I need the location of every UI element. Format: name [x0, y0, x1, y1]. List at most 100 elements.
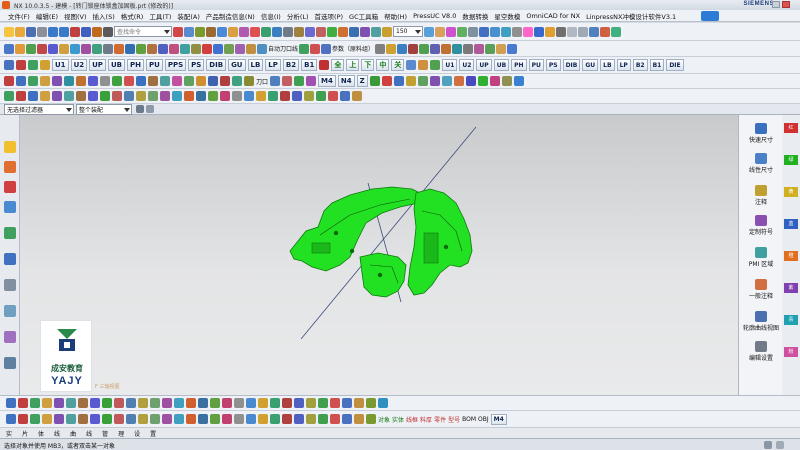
- save-icon[interactable]: [26, 26, 36, 37]
- edit-aj-icon[interactable]: [489, 76, 500, 86]
- fit-view-icon[interactable]: [479, 26, 489, 37]
- part-body-center[interactable]: [359, 252, 407, 298]
- bottom-b-icon[interactable]: [18, 398, 28, 408]
- misc-c-icon[interactable]: [28, 91, 38, 101]
- part-hole[interactable]: [443, 244, 449, 250]
- die-punch-icon[interactable]: [70, 43, 80, 54]
- btn-b1-b[interactable]: B1: [649, 59, 665, 71]
- sew-icon[interactable]: [360, 26, 370, 37]
- select-z-icon[interactable]: [306, 414, 316, 424]
- menu-star-model[interactable]: 星空数模: [494, 11, 520, 21]
- misc-e-icon[interactable]: [52, 91, 62, 101]
- edit-i-icon[interactable]: [100, 76, 110, 86]
- btn-ub-b[interactable]: UB: [493, 59, 510, 71]
- misc-a-icon[interactable]: [4, 91, 14, 101]
- die-drawing-icon[interactable]: [397, 43, 408, 54]
- die-color-icon[interactable]: [310, 43, 321, 54]
- edit-j-icon[interactable]: [112, 76, 122, 86]
- edit-c-icon[interactable]: [28, 76, 38, 86]
- edit-p-icon[interactable]: [184, 76, 194, 86]
- misc-ab-icon[interactable]: [328, 91, 338, 101]
- menu-omnicad[interactable]: OmniCAD for NX: [526, 12, 580, 20]
- select-r-icon[interactable]: [210, 414, 220, 424]
- die-library-icon[interactable]: [474, 43, 485, 54]
- part-hole[interactable]: [377, 272, 383, 278]
- color-swatch-pink[interactable]: 粉: [784, 347, 798, 357]
- die-import-icon[interactable]: [452, 43, 463, 54]
- die-pierce-icon[interactable]: [213, 43, 223, 54]
- select-ad-icon[interactable]: [354, 414, 364, 424]
- btn-ph[interactable]: PH: [126, 59, 144, 71]
- misc-t-icon[interactable]: [232, 91, 242, 101]
- select-s-icon[interactable]: [222, 414, 232, 424]
- bottom3-label-7[interactable]: 理: [118, 429, 124, 438]
- pan-icon[interactable]: [512, 26, 522, 37]
- chamfer-icon[interactable]: [206, 26, 216, 37]
- die-form-icon[interactable]: [191, 43, 201, 54]
- boss-icon[interactable]: [294, 26, 304, 37]
- revolve-icon[interactable]: [272, 26, 282, 37]
- type-filter-select[interactable]: 无选择过滤器: [4, 104, 74, 115]
- select-m-icon[interactable]: [150, 414, 160, 424]
- pocket-icon[interactable]: [305, 26, 315, 37]
- select-ab-icon[interactable]: [330, 414, 340, 424]
- btn-m4-bottom[interactable]: M4: [490, 413, 507, 425]
- misc-q-icon[interactable]: [196, 91, 206, 101]
- btn-ph-b[interactable]: PH: [511, 59, 527, 71]
- move-layer-icon[interactable]: [435, 26, 445, 37]
- die-plate-icon[interactable]: [81, 43, 91, 54]
- misc-ad-icon[interactable]: [352, 91, 362, 101]
- cylinder-icon[interactable]: [228, 26, 238, 37]
- bottom-l-icon[interactable]: [138, 398, 148, 408]
- select-y-icon[interactable]: [294, 414, 304, 424]
- extrude-icon[interactable]: [261, 26, 271, 37]
- part-body-right[interactable]: [407, 188, 473, 296]
- bottom-aa-icon[interactable]: [318, 398, 328, 408]
- edit-ag-icon[interactable]: [453, 76, 464, 86]
- part-body-left[interactable]: [289, 186, 425, 272]
- misc-h-icon[interactable]: [88, 91, 98, 101]
- custom-symbol-button[interactable]: 定制符号: [741, 215, 781, 236]
- misc-y-icon[interactable]: [292, 91, 302, 101]
- bottom-t-icon[interactable]: [234, 398, 244, 408]
- die-report-icon[interactable]: [375, 43, 386, 54]
- misc-v-icon[interactable]: [256, 91, 266, 101]
- select-i-icon[interactable]: [102, 414, 112, 424]
- menu-preferences[interactable]: 首选项(P): [315, 11, 344, 21]
- measure-icon[interactable]: [382, 26, 392, 37]
- menu-information[interactable]: 信息(I): [261, 11, 281, 21]
- assembly-navigator-icon[interactable]: [4, 161, 16, 173]
- select-p-icon[interactable]: [186, 414, 196, 424]
- web-browser-icon[interactable]: [4, 253, 16, 265]
- die-hem-icon[interactable]: [257, 43, 267, 54]
- color-swatch-yellow[interactable]: 黄: [784, 187, 798, 197]
- menu-insert[interactable]: 插入(S): [93, 11, 115, 21]
- select-g-icon[interactable]: [78, 414, 88, 424]
- undo-icon[interactable]: [48, 26, 58, 37]
- menu-help[interactable]: 帮助(H): [384, 11, 407, 21]
- show-icon[interactable]: [589, 26, 599, 37]
- menu-file[interactable]: 文件(F): [8, 11, 30, 21]
- misc-s-icon[interactable]: [220, 91, 230, 101]
- menu-format[interactable]: 格式(R): [121, 11, 144, 21]
- misc-u-icon[interactable]: [244, 91, 254, 101]
- command-search-input[interactable]: 查找命令: [114, 26, 172, 37]
- bottom-ab-icon[interactable]: [330, 398, 340, 408]
- edit-r-icon[interactable]: [208, 76, 218, 86]
- edit-ah-icon[interactable]: [465, 76, 476, 86]
- redo-icon[interactable]: [59, 26, 69, 37]
- btn-dib[interactable]: DIB: [206, 59, 227, 71]
- menu-gc-toolkit[interactable]: GC工具箱: [349, 11, 378, 21]
- curve-icon[interactable]: [70, 26, 80, 37]
- select-k-icon[interactable]: [126, 414, 136, 424]
- shaded-icon[interactable]: [457, 26, 467, 37]
- color-swatch-purple[interactable]: 紫: [784, 283, 798, 293]
- edit-v-icon[interactable]: [270, 76, 281, 86]
- bottom3-label-5[interactable]: 线: [86, 429, 92, 438]
- select-ae-icon[interactable]: [366, 414, 376, 424]
- menu-tools[interactable]: 工具(T): [149, 11, 171, 21]
- select-u-icon[interactable]: [246, 414, 256, 424]
- select-a-icon[interactable]: [6, 414, 16, 424]
- die-misc2-icon[interactable]: [507, 43, 518, 54]
- edit-aa-icon[interactable]: [381, 76, 392, 86]
